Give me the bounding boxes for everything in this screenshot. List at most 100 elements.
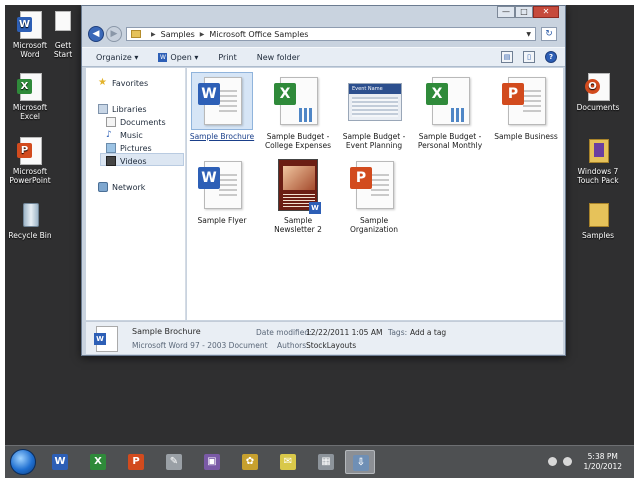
close-button[interactable]: ✕ bbox=[533, 6, 559, 18]
maximize-button[interactable]: □ bbox=[515, 6, 533, 18]
nav-documents[interactable]: Documents bbox=[106, 117, 166, 127]
address-bar[interactable]: ▶ Samples ▶ Microsoft Office Samples ▼ bbox=[126, 27, 536, 41]
breadcrumb-office-samples[interactable]: Microsoft Office Samples bbox=[209, 30, 308, 39]
folder-icon bbox=[585, 137, 611, 165]
nav-network[interactable]: Network bbox=[98, 182, 145, 192]
desktop-icon-documents[interactable]: O Documents bbox=[573, 73, 623, 112]
system-tray bbox=[548, 457, 572, 466]
nav-favorites[interactable]: ★ Favorites bbox=[98, 78, 148, 88]
file-item[interactable]: X Sample Budget - Personal Monthly bbox=[415, 72, 485, 150]
details-authors-label: Authors: bbox=[277, 341, 309, 350]
back-button[interactable]: ◀ bbox=[88, 26, 104, 42]
file-name: Sample Budget - College Expenses bbox=[264, 132, 332, 150]
taskbar: W X P ✎ ▣ ✿ ✉ ▦ ⇩ 5:38 PM 1/20/2012 bbox=[5, 445, 634, 478]
organize-button[interactable]: Organize ▾ bbox=[96, 53, 138, 62]
view-options-icon[interactable]: ▤ bbox=[501, 51, 513, 63]
desktop-icon-word[interactable]: W Microsoft Word bbox=[5, 11, 55, 59]
documents-icon: O bbox=[585, 73, 611, 101]
taskbar-media[interactable]: ▣ bbox=[197, 450, 227, 474]
excel-icon: X bbox=[426, 83, 448, 105]
desktop-icon-label: Samples bbox=[581, 231, 615, 240]
clock[interactable]: 5:38 PM 1/20/2012 bbox=[584, 452, 622, 472]
file-item[interactable]: X Sample Budget - College Expenses bbox=[263, 72, 333, 150]
forward-button[interactable]: ▶ bbox=[106, 26, 122, 42]
file-name: Sample Budget - Personal Monthly bbox=[417, 132, 483, 150]
desktop-icon-getting-started[interactable]: Gett Start bbox=[51, 11, 75, 59]
desktop-icon-samples[interactable]: Samples bbox=[573, 201, 623, 240]
file-name: Sample Budget - Event Planning bbox=[342, 132, 406, 150]
navigation-pane: ★ Favorites Libraries Documents ♪ Music … bbox=[86, 68, 186, 320]
taskbar-excel[interactable]: X bbox=[83, 450, 113, 474]
file-item[interactable]: W Sample Newsletter 2 bbox=[263, 156, 333, 234]
nav-music[interactable]: ♪ Music bbox=[106, 130, 143, 140]
word-icon: W bbox=[52, 454, 68, 470]
open-label: Open ▾ bbox=[170, 52, 199, 62]
clock-time: 5:38 PM bbox=[587, 452, 618, 461]
nav-pictures[interactable]: Pictures bbox=[106, 143, 152, 153]
nav-videos[interactable]: Videos bbox=[106, 156, 147, 166]
star-icon: ★ bbox=[98, 77, 107, 88]
new-folder-button[interactable]: New folder bbox=[257, 53, 300, 62]
volume-icon[interactable] bbox=[563, 457, 572, 466]
pencil-icon: ✎ bbox=[166, 454, 182, 470]
back-arrow-icon: ◀ bbox=[92, 29, 100, 39]
file-item[interactable]: P Sample Business bbox=[491, 72, 561, 141]
file-name: Sample Brochure bbox=[189, 132, 255, 141]
details-tags-label: Tags: bbox=[388, 328, 408, 337]
title-bar[interactable]: — □ ✕ bbox=[82, 6, 565, 24]
desktop-icon-powerpoint[interactable]: P Microsoft PowerPoint bbox=[5, 137, 55, 185]
start-button[interactable] bbox=[10, 449, 36, 475]
music-icon: ♪ bbox=[106, 130, 112, 140]
taskbar-powerpoint[interactable]: P bbox=[121, 450, 151, 474]
excel-icon: X bbox=[274, 83, 296, 105]
file-item[interactable]: Event Name Sample Budget - Event Plannin… bbox=[339, 72, 409, 150]
file-item[interactable]: W Sample Flyer bbox=[187, 156, 257, 225]
desktop-icon-touch-pack[interactable]: Windows 7 Touch Pack bbox=[573, 137, 623, 185]
word-icon: W bbox=[198, 167, 220, 189]
file-item[interactable]: W Sample Brochure bbox=[187, 72, 257, 141]
file-item[interactable]: P Sample Organization bbox=[339, 156, 409, 234]
details-date-value: 12/22/2011 1:05 AM bbox=[306, 328, 383, 337]
file-list: W Sample Brochure X Sample Budget - Coll… bbox=[187, 68, 563, 320]
details-authors-value[interactable]: StockLayouts bbox=[306, 341, 356, 350]
desktop-icon-excel[interactable]: X Microsoft Excel bbox=[5, 73, 55, 121]
desktop-icon-label: Recycle Bin bbox=[8, 231, 52, 240]
open-button[interactable]: W Open ▾ bbox=[158, 52, 199, 62]
refresh-button[interactable]: ↻ bbox=[541, 27, 557, 41]
taskbar-explorer[interactable]: ⇩ bbox=[345, 450, 375, 474]
desktop-icon-recycle-bin[interactable]: Recycle Bin bbox=[5, 201, 55, 240]
print-button[interactable]: Print bbox=[218, 53, 236, 62]
desktop-icon-label: Microsoft Word bbox=[12, 41, 48, 59]
taskbar-word[interactable]: W bbox=[45, 450, 75, 474]
documents-icon bbox=[106, 117, 116, 127]
refresh-icon: ↻ bbox=[545, 29, 553, 39]
command-bar: Organize ▾ W Open ▾ Print New folder ▤ ▯… bbox=[82, 47, 565, 67]
calculator-icon: ▦ bbox=[318, 454, 334, 470]
nav-label: Music bbox=[120, 130, 143, 140]
powerpoint-icon: P bbox=[502, 83, 524, 105]
taskbar-calculator[interactable]: ▦ bbox=[311, 450, 341, 474]
details-tags-input[interactable]: Add a tag bbox=[410, 328, 446, 337]
action-center-icon[interactable] bbox=[548, 457, 557, 466]
desktop-icon-label: Microsoft PowerPoint bbox=[9, 167, 51, 185]
nav-label: Videos bbox=[120, 156, 147, 166]
nav-libraries[interactable]: Libraries bbox=[98, 104, 147, 114]
network-icon bbox=[98, 182, 108, 192]
taskbar-mail[interactable]: ✉ bbox=[273, 450, 303, 474]
pictures-icon bbox=[106, 143, 116, 153]
folder-icon bbox=[585, 201, 611, 229]
taskbar-notepad[interactable]: ✎ bbox=[159, 450, 189, 474]
minimize-button[interactable]: — bbox=[497, 6, 515, 18]
event-planning-thumbnail: Event Name bbox=[348, 83, 402, 121]
taskbar-paint[interactable]: ✿ bbox=[235, 450, 265, 474]
preview-pane-icon[interactable]: ▯ bbox=[523, 51, 535, 63]
word-icon: W bbox=[158, 52, 168, 62]
videos-icon bbox=[106, 156, 116, 166]
forward-arrow-icon: ▶ bbox=[110, 29, 118, 39]
chevron-down-icon[interactable]: ▼ bbox=[526, 31, 531, 38]
newsletter-thumbnail: W bbox=[278, 159, 321, 214]
breadcrumb-samples[interactable]: Samples bbox=[161, 30, 195, 39]
file-name: Sample Flyer bbox=[197, 216, 247, 225]
libraries-icon bbox=[98, 104, 108, 114]
help-icon[interactable]: ? bbox=[545, 51, 557, 63]
